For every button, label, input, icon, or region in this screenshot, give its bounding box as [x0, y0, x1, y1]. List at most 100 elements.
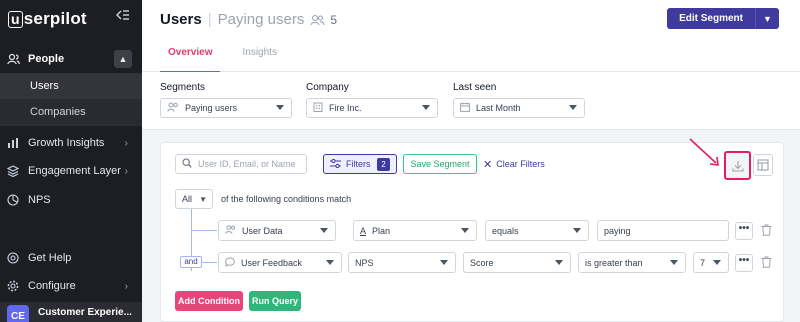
caret-down-icon	[461, 228, 469, 233]
account-switcher[interactable]: CE Customer Experie...	[0, 302, 142, 322]
and-operator-tag[interactable]: and	[180, 256, 202, 268]
tab-bar: Overview Insights	[160, 47, 299, 73]
tab-insights[interactable]: Insights	[234, 47, 284, 73]
collapse-sidebar-icon[interactable]	[113, 9, 133, 25]
company-select[interactable]: Fire Inc.	[306, 98, 438, 118]
sidebar-item-engagement-layer[interactable]: Engagement Layer ›	[0, 158, 142, 184]
filters-button[interactable]: Filters 2	[323, 154, 397, 174]
last-seen-label: Last seen	[453, 82, 497, 93]
more-options-button[interactable]: •••	[735, 254, 753, 272]
segments-group: Segments Paying users	[160, 82, 292, 118]
clear-filters-button[interactable]: ✕ Clear Filters	[483, 154, 545, 174]
sidebar: u serpilot People ▲ Users Companies Growt…	[0, 0, 142, 322]
sidebar-item-companies[interactable]: Companies	[0, 99, 142, 125]
account-name: Customer Experie...	[38, 306, 132, 318]
condition-source-select[interactable]: User Data	[218, 220, 336, 241]
trash-icon[interactable]	[761, 223, 773, 237]
page-header: Users | Paying users 5 Edit Segment ▼ Ov…	[142, 0, 800, 73]
caret-down-icon	[440, 260, 448, 265]
add-condition-button[interactable]: Add Condition	[175, 291, 243, 311]
avatar: CE	[7, 305, 29, 322]
chevron-down-icon: ▼	[199, 194, 207, 204]
caret-down-icon	[713, 260, 721, 265]
sidebar-item-get-help[interactable]: Get Help	[0, 245, 142, 271]
chevron-right-icon: ›	[124, 137, 128, 149]
segment-user-count: 5	[330, 12, 338, 27]
sidebar-item-configure[interactable]: Configure ›	[0, 273, 142, 299]
condition-operator-select[interactable]: equals	[485, 220, 589, 241]
chevron-right-icon: ›	[124, 280, 128, 292]
caret-down-icon	[573, 228, 581, 233]
building-icon	[313, 102, 323, 115]
layout-icon	[757, 159, 769, 171]
segment-name: Paying users	[217, 11, 305, 28]
users-icon	[167, 102, 179, 115]
caret-down-icon	[326, 260, 334, 265]
help-icon	[6, 251, 20, 265]
calendar-icon	[460, 102, 470, 115]
sidebar-item-growth-insights[interactable]: Growth Insights ›	[0, 130, 142, 156]
match-mode-select[interactable]: All ▼	[175, 189, 213, 209]
title-separator: |	[207, 11, 212, 28]
condition-source-select[interactable]: User Feedback	[218, 252, 342, 273]
chevron-down-icon[interactable]: ▼	[755, 8, 779, 29]
condition-value-select[interactable]: 7	[693, 252, 729, 273]
breadcrumb: Users | Paying users 5	[160, 11, 337, 28]
search-input[interactable]: User ID, Email, or Name	[175, 154, 307, 174]
condition-operator-select[interactable]: Score	[463, 252, 571, 273]
segments-label: Segments	[160, 82, 206, 93]
sidebar-item-users[interactable]: Users	[0, 73, 142, 99]
layers-icon	[6, 164, 20, 178]
growth-icon	[6, 136, 20, 150]
nps-icon	[6, 193, 20, 207]
search-icon	[182, 158, 192, 170]
segment-filters-bar: Segments Paying users Company Fire Inc. …	[142, 72, 800, 130]
chevron-right-icon: ›	[124, 165, 128, 177]
last-seen-group: Last seen Last Month	[453, 82, 585, 118]
caret-down-icon	[320, 228, 328, 233]
people-icon	[6, 52, 20, 66]
sidebar-item-label: People	[28, 53, 65, 65]
condition-attribute-select[interactable]: A Plan	[353, 220, 477, 241]
caret-down-icon	[422, 105, 430, 110]
users-icon	[225, 225, 236, 236]
condition-comparison-select[interactable]: is greater than	[578, 252, 686, 273]
table-layout-button[interactable]	[753, 154, 773, 176]
annotation-arrow	[689, 138, 719, 166]
sidebar-divider	[0, 125, 142, 126]
text-attribute-icon: A	[360, 225, 367, 236]
filters-count-badge: 2	[377, 158, 390, 171]
tab-overview[interactable]: Overview	[160, 47, 221, 73]
search-placeholder: User ID, Email, or Name	[198, 159, 296, 169]
download-button[interactable]	[724, 151, 751, 180]
caret-down-icon	[276, 105, 284, 110]
download-icon	[731, 160, 744, 172]
run-query-button[interactable]: Run Query	[249, 291, 301, 311]
chat-bubble-icon	[225, 256, 235, 269]
save-segment-button[interactable]: Save Segment	[403, 154, 477, 174]
company-label: Company	[306, 82, 349, 93]
close-icon: ✕	[483, 158, 493, 171]
trash-icon[interactable]	[761, 255, 773, 269]
segments-select[interactable]: Paying users	[160, 98, 292, 118]
page-title: Users	[160, 11, 202, 28]
condition-attribute-select[interactable]: NPS	[348, 252, 456, 273]
caret-down-icon	[555, 260, 563, 265]
sidebar-item-nps[interactable]: NPS	[0, 187, 142, 213]
sidebar-item-people[interactable]: People ▲	[0, 46, 142, 72]
edit-segment-button[interactable]: Edit Segment	[667, 8, 755, 29]
condition-value-input[interactable]: paying	[597, 220, 729, 241]
filters-card: User ID, Email, or Name Filters 2 Save S…	[160, 138, 784, 322]
condition-tree-branch	[191, 230, 217, 231]
match-description: of the following conditions match	[221, 194, 352, 204]
caret-down-icon	[569, 105, 577, 110]
userpilot-logo[interactable]: u serpilot	[8, 9, 87, 29]
company-group: Company Fire Inc.	[306, 82, 438, 118]
chevron-up-icon[interactable]: ▲	[114, 50, 132, 68]
more-options-button[interactable]: •••	[735, 222, 753, 240]
sliders-icon	[330, 158, 341, 170]
last-seen-select[interactable]: Last Month	[453, 98, 585, 118]
caret-down-icon	[670, 260, 678, 265]
gear-icon	[6, 279, 20, 293]
edit-segment-button-group: Edit Segment ▼	[667, 8, 779, 29]
